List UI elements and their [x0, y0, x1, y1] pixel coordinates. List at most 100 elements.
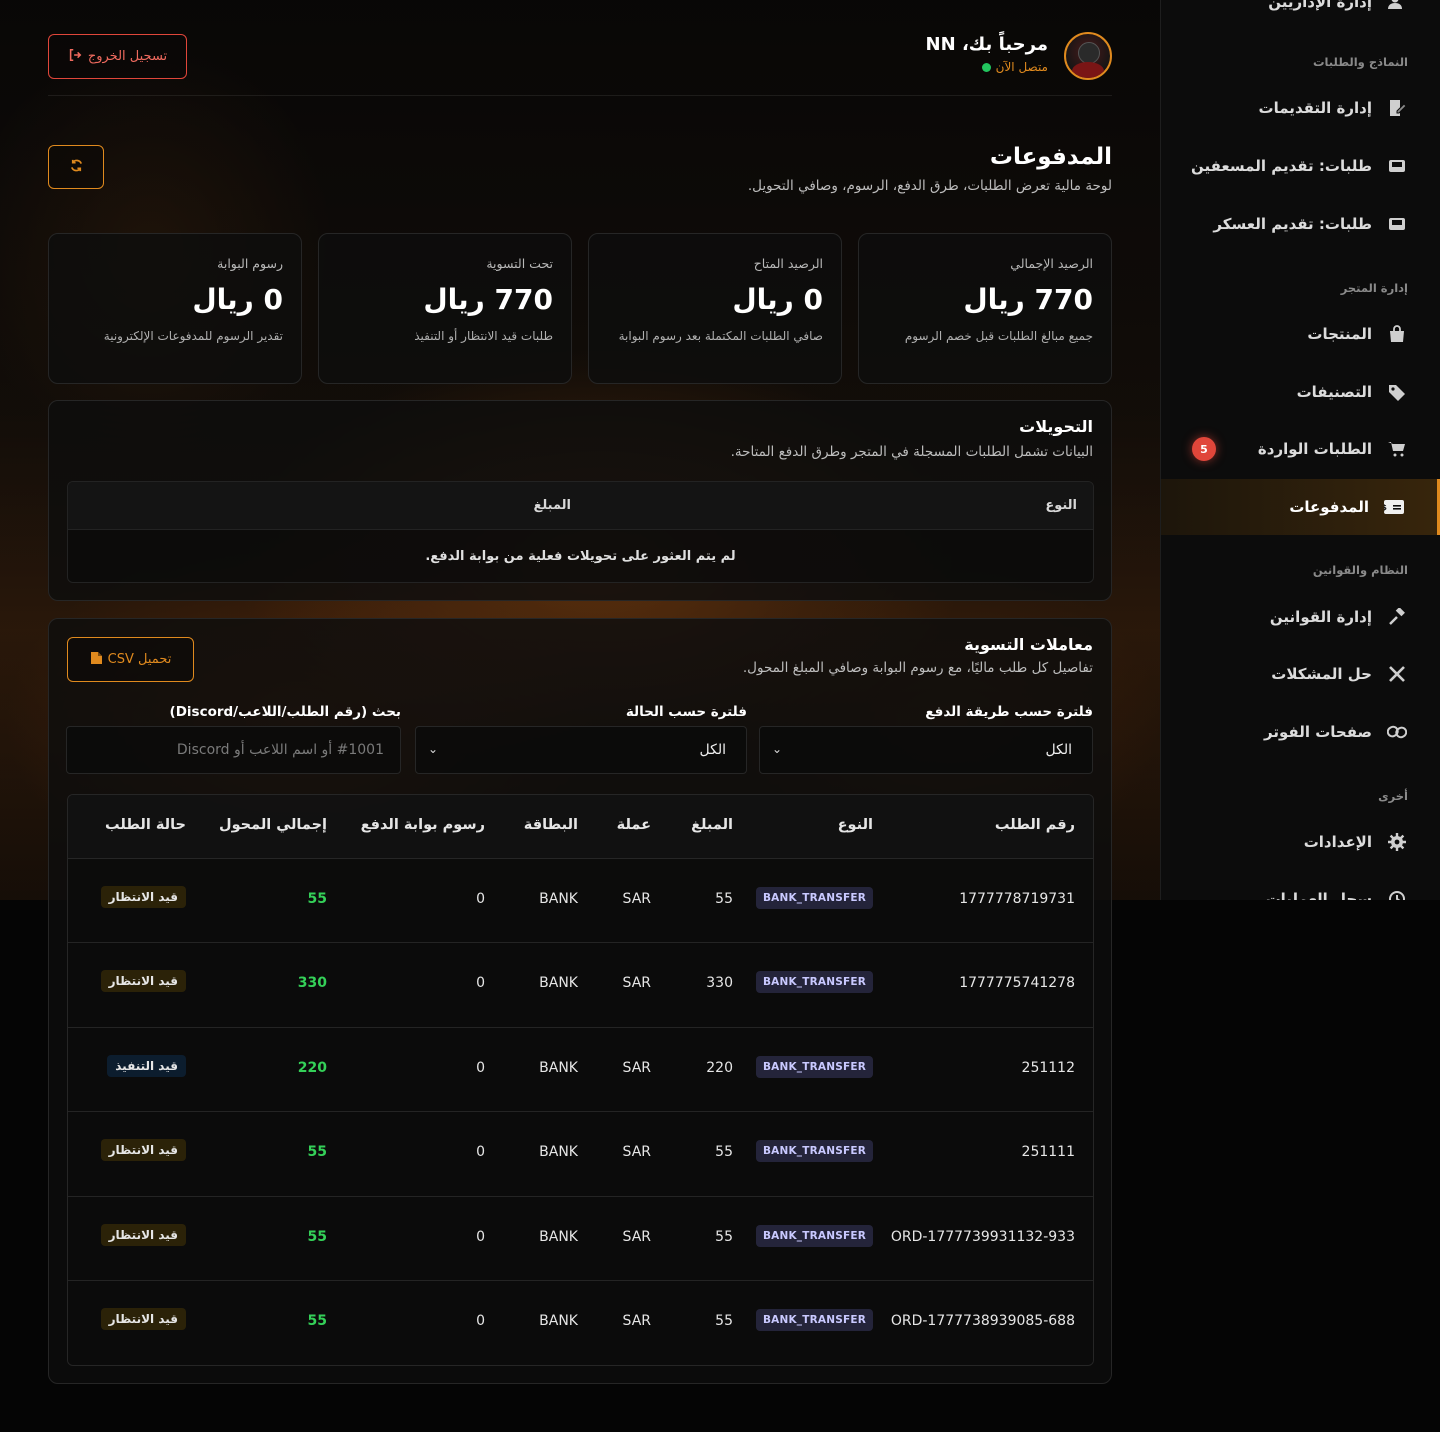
orders-count-badge: 5: [1192, 437, 1216, 461]
sidebar-item-paramedics[interactable]: طلبات: تقديم المسعفين: [1161, 138, 1440, 194]
page-title: المدفوعات: [989, 144, 1112, 170]
cell-net: 55: [307, 1312, 327, 1329]
sidebar-item-applications[interactable]: إدارة التقديمات: [1161, 80, 1440, 136]
cell-order: ORD-1777738939085-688: [890, 1312, 1075, 1329]
filter-status-label: فلترة حسب الحالة: [625, 704, 747, 720]
filter-status-select[interactable]: الكل ⌄: [415, 726, 747, 774]
section-other: أخرى: [1378, 789, 1408, 803]
settlements-panel: معاملات التسوية تفاصيل كل طلب ماليًا، مع…: [48, 618, 1112, 1384]
stat-card-total: الرصيد الإجمالي 770 ريال جميع مبالغ الطل…: [858, 233, 1112, 384]
cell-amount: 55: [715, 1144, 733, 1161]
cell-net: 55: [307, 891, 327, 907]
search-placeholder: #1001 أو اسم اللاعب أو Discord: [176, 742, 384, 758]
section-system: النظام والقوانين: [1312, 563, 1408, 577]
cell-card: BANK: [539, 891, 578, 907]
shopping-bag-icon: [1386, 323, 1408, 345]
sidebar-item-orders[interactable]: الطلبات الواردة 5: [1161, 421, 1440, 477]
stat-label: رسوم البوابة: [217, 256, 283, 271]
cell-amount: 55: [715, 891, 733, 907]
sidebar-item-laws[interactable]: إدارة القوانين: [1161, 589, 1440, 645]
cell-currency: SAR: [622, 1059, 651, 1076]
sidebar-item-issues[interactable]: حل المشكلات: [1161, 646, 1440, 702]
table-body: 1777778719731 BANK_TRANSFER 55 SAR BANK 0 55 قي…: [68, 859, 1093, 1366]
cell-type: BANK_TRANSFER: [755, 1308, 873, 1331]
table-row: 251112 BANK_TRANSFER 220 SAR BANK 0 220 قيد الت…: [68, 1027, 1093, 1113]
online-dot-icon: [981, 62, 991, 72]
table-row: 1777778719731 BANK_TRANSFER 55 SAR BANK 0 55 قي…: [68, 859, 1093, 944]
settlements-table: رقم الطلب النوع المبلغ عملة البطاقة رسوم…: [67, 794, 1094, 1367]
cell-order: 251112: [1021, 1059, 1075, 1076]
stat-card-settlement: تحت التسوية 770 ريال طلبات قيد الانتظار …: [318, 233, 572, 384]
cell-order: 1777775741278: [959, 975, 1075, 992]
gear-icon: [1386, 831, 1408, 853]
cell-type: BANK_TRANSFER: [755, 1140, 873, 1163]
cell-currency: SAR: [622, 891, 651, 907]
col-currency: عملة: [616, 817, 651, 833]
sidebar-item-footer-pages[interactable]: صفحات الفوتر: [1161, 704, 1440, 760]
filter-method-value: الكل: [1045, 742, 1073, 758]
refresh-button[interactable]: [48, 145, 104, 189]
stat-label: الرصيد المتاح: [753, 256, 823, 271]
stat-value: 770 ريال: [963, 283, 1093, 316]
users-icon: [1386, 0, 1408, 13]
status-label: متصل الآن: [995, 60, 1048, 74]
col-net: إجمالي المحول: [218, 817, 327, 833]
sidebar-item-label: طلبات: تقديم المسعفين: [1191, 157, 1372, 175]
stat-desc: تقدير الرسوم للمدفوعات الإلكترونية: [103, 329, 283, 343]
stat-card-available: الرصيد المتاح 0 ريال صافي الطلبات المكتم…: [588, 233, 842, 384]
cell-fee: 0: [476, 1144, 485, 1161]
filter-method-select[interactable]: الكل ⌄: [759, 726, 1093, 774]
status-badge: قيد الانتظار: [100, 1139, 186, 1162]
sidebar-item-admins[interactable]: إدارة الإداريين: [1161, 0, 1440, 30]
sidebar-item-settings[interactable]: الإعدادات: [1161, 814, 1440, 870]
cell-amount: 55: [715, 1228, 733, 1245]
stat-value: 0 ريال: [192, 283, 283, 316]
col-type: النوع: [837, 817, 873, 833]
cell-card: BANK: [539, 1144, 578, 1161]
search-input[interactable]: #1001 أو اسم اللاعب أو Discord: [66, 726, 401, 774]
section-store: إدارة المتجر: [1340, 281, 1408, 295]
col-amount: المبلغ: [533, 498, 571, 513]
sidebar-item-label: صفحات الفوتر: [1264, 723, 1372, 741]
status-badge: قيد الانتظار: [100, 1307, 186, 1330]
logout-button[interactable]: تسجيل الخروج: [48, 34, 187, 79]
cell-net: 55: [307, 1228, 327, 1245]
gavel-icon: [1386, 606, 1408, 628]
sidebar-item-label: التصنيفات: [1296, 383, 1372, 401]
cell-type: BANK_TRANSFER: [755, 971, 873, 994]
status-badge: قيد التنفيذ: [107, 1054, 186, 1077]
money-check-icon: $: [1383, 496, 1405, 518]
logout-icon: [68, 48, 82, 66]
transfers-title: التحويلات: [1019, 417, 1093, 436]
sidebar-item-payments[interactable]: $ المدفوعات: [1161, 479, 1440, 535]
file-edit-icon: [1386, 97, 1408, 119]
section-forms: النماذج والطلبات: [1312, 55, 1408, 69]
col-type: النوع: [1045, 498, 1077, 513]
csv-download-button[interactable]: تحميل CSV: [67, 637, 194, 682]
cell-card: BANK: [539, 1312, 578, 1329]
sidebar-item-products[interactable]: المنتجات: [1161, 306, 1440, 362]
svg-text:$: $: [1384, 503, 1387, 512]
cell-card: BANK: [539, 1059, 578, 1076]
sidebar-item-military[interactable]: طلبات: تقديم العسكر: [1161, 196, 1440, 252]
cell-currency: SAR: [622, 975, 651, 992]
sidebar-item-label: الطلبات الواردة: [1257, 440, 1372, 458]
tags-icon: [1386, 381, 1408, 403]
cell-fee: 0: [476, 975, 485, 992]
file-csv-icon: [90, 651, 103, 669]
stat-desc: طلبات قيد الانتظار أو التنفيذ: [414, 329, 553, 343]
sidebar-item-categories[interactable]: التصنيفات: [1161, 364, 1440, 420]
sidebar-item-label: طلبات: تقديم العسكر: [1213, 215, 1372, 233]
settlements-subtitle: تفاصيل كل طلب ماليًا، مع رسوم البوابة وص…: [742, 660, 1093, 676]
avatar[interactable]: [1064, 32, 1112, 80]
cart-icon: [1386, 438, 1408, 460]
search-label: بحث (رقم الطلب/اللاعب/Discord): [169, 704, 401, 720]
cell-amount: 55: [715, 1312, 733, 1329]
settlements-title: معاملات التسوية: [964, 635, 1093, 654]
top-bar: مرحباً بك، NN متصل الآن تسجيل الخروج: [48, 30, 1112, 96]
sidebar-item-logs[interactable]: سجل العمليات: [1161, 871, 1440, 900]
filter-status-value: الكل: [699, 742, 727, 758]
col-status: حالة الطلب: [105, 817, 186, 833]
refresh-icon: [69, 158, 84, 177]
cell-amount: 330: [706, 975, 733, 992]
